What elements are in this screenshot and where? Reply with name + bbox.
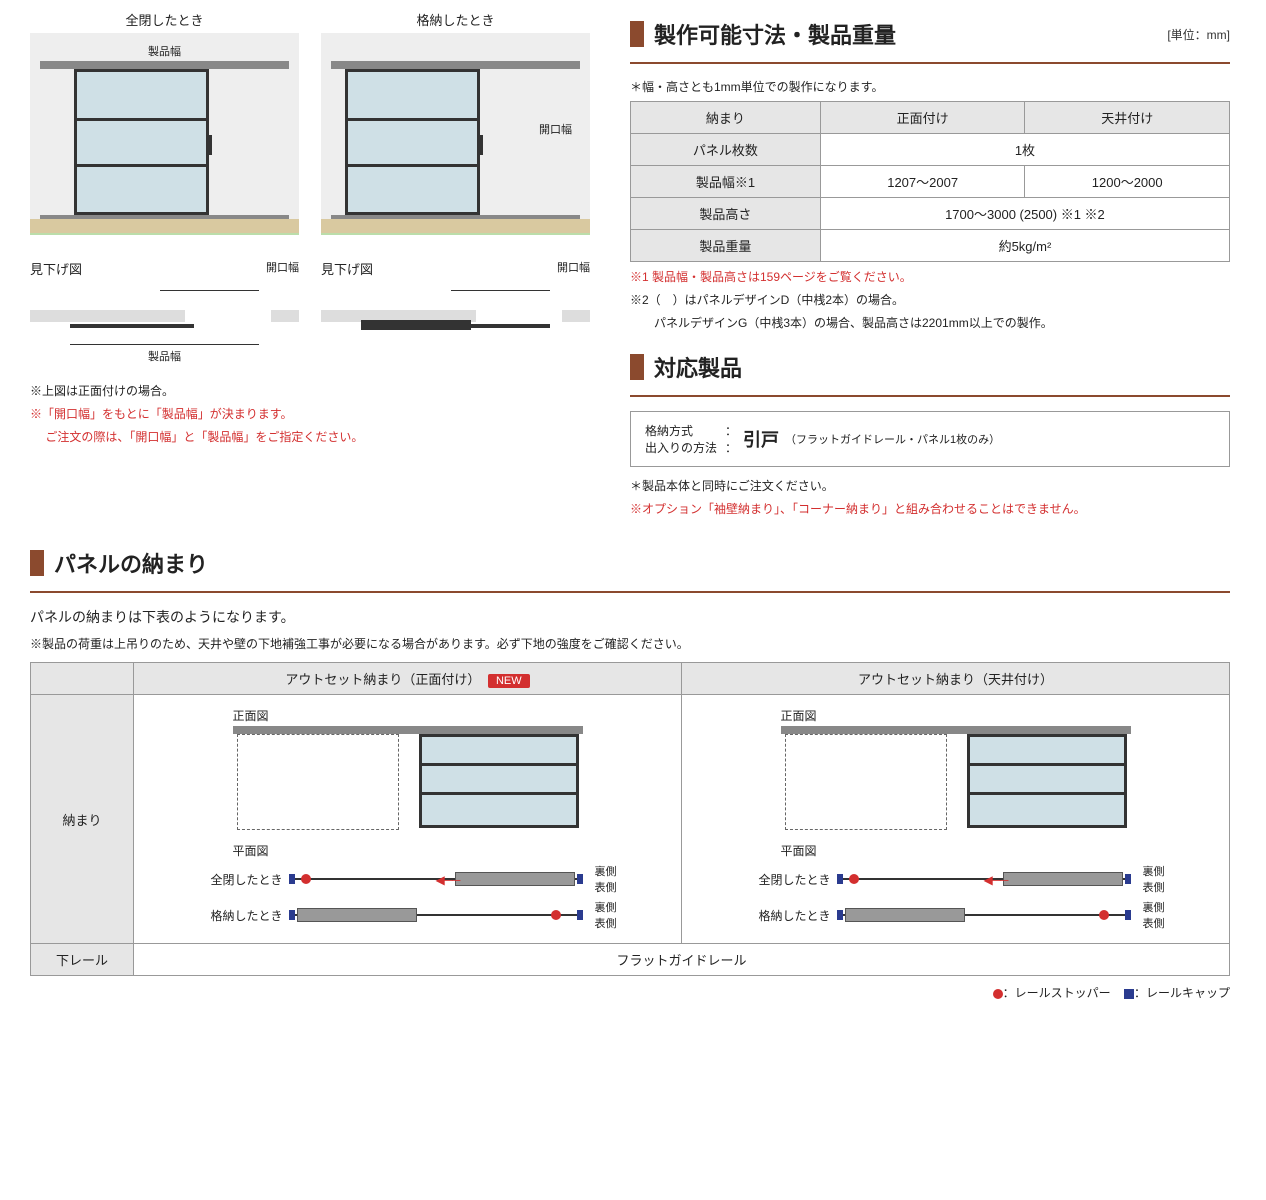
dim-opening-width: 開口幅 [539,121,572,137]
dim-product-width: 製品幅 [30,43,299,59]
caption-stored: 格納したとき [321,10,590,29]
compat-title-row: 対応製品 [630,351,1230,383]
note-red-1: ※「開口幅」をもとに「製品幅」が決まります。 [30,405,590,422]
panel-note: ※製品の荷重は上吊りのため、天井や壁の下地補強工事が必要になる場合があります。必… [30,635,1230,652]
spec-h-front: 正面付け [820,102,1025,134]
diagram-closed: 製品幅 [30,33,299,235]
spec-title-row: 製作可能寸法・製品重量 [単位：mm] [630,18,1230,50]
spec-h-ceiling: 天井付け [1025,102,1230,134]
diagram-stored: 開口幅 [321,33,590,235]
note-above: ※上図は正面付けの場合。 [30,382,590,399]
ptbl-row-rail: 下レール [31,944,134,976]
ptbl-row-osamari: 納まり [31,695,134,944]
rail-stopper-icon [993,989,1003,999]
new-badge: NEW [488,674,530,688]
spec-table: 納まり 正面付け 天井付け パネル枚数 1枚 製品幅※1 1207～2007 1… [630,101,1230,262]
compat-big: 引戸 [743,426,779,452]
spec-width-key: 製品幅※1 [631,166,821,198]
spec-weight-val: 約5kg/m² [820,230,1229,262]
spec-width-ceiling: 1200～2000 [1025,166,1230,198]
ptbl-cell-front: 正面図 平面図 全閉したとき ◀ ─ ─ [134,695,682,944]
spec-foot2: ※2（ ）はパネルデザインD（中桟2本）の場合。 [630,291,1230,308]
spec-title: 製作可能寸法・製品重量 [654,18,896,50]
spec-height-key: 製品高さ [631,198,821,230]
compat-title: 対応製品 [654,351,742,383]
rail-cap-icon [1124,989,1134,999]
panel-title-row: パネルの納まり [30,547,1230,579]
note-red-2: ご注文の際は、「開口幅」と「製品幅」をご指定ください。 [30,428,590,445]
panel-lead: パネルの納まりは下表のようになります。 [30,607,1230,627]
spec-height-val: 1700～3000 (2500) ※1 ※2 [820,198,1229,230]
compat-note2: ※オプション「袖壁納まり」、「コーナー納まり」と組み合わせることはできません。 [630,500,1230,517]
spec-lead: ＊幅・高さとも1mm単位での製作になります。 [630,78,1230,95]
caption-closed: 全閉したとき [30,10,299,29]
spec-width-front: 1207～2007 [820,166,1025,198]
ptbl-col2: アウトセット納まり（天井付け） [682,663,1230,695]
legend: ：レールストッパー ：レールキャップ [30,984,1230,1001]
plan-caption-1: 見下げ図 開口幅 [30,259,299,278]
spec-foot1: ※1 製品幅・製品高さは159ページをご覧ください。 [630,268,1230,285]
spec-panels-val: 1枚 [820,134,1229,166]
compat-note1: ＊製品本体と同時にご注文ください。 [630,477,1230,494]
spec-foot3: パネルデザインG（中桟3本）の場合、製品高さは2201mm以上での製作。 [630,314,1230,331]
ptbl-col1: アウトセット納まり（正面付け） NEW [134,663,682,695]
panel-table: アウトセット納まり（正面付け） NEW アウトセット納まり（天井付け） 納まり … [30,662,1230,976]
spec-weight-key: 製品重量 [631,230,821,262]
spec-unit: [単位：mm] [1167,26,1230,43]
spec-panels-key: パネル枚数 [631,134,821,166]
compat-detail: （フラットガイドレール・パネル1枚のみ） [785,431,1000,447]
compat-box: 格納方式出入りの方法 ：： 引戸 （フラットガイドレール・パネル1枚のみ） [630,411,1230,467]
plan-diagram-2 [321,284,590,368]
panel-title: パネルの納まり [54,547,208,579]
ptbl-rail-val: フラットガイドレール [134,944,1230,976]
ptbl-cell-ceiling: 正面図 平面図 全閉したとき ◀ ─ ─ [682,695,1230,944]
plan-diagram-1: 製品幅 [30,284,299,368]
plan-caption-2: 見下げ図 開口幅 [321,259,590,278]
spec-h-osamari: 納まり [631,102,821,134]
